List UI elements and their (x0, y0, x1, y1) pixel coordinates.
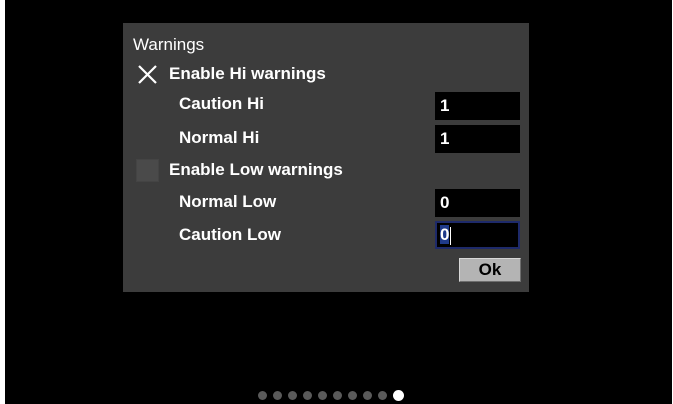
page-dot[interactable] (348, 391, 357, 400)
x-check-icon (138, 65, 157, 84)
caution-low-label: Caution Low (179, 225, 281, 244)
page-dot[interactable] (258, 391, 267, 400)
caution-low-value: 0 (440, 225, 450, 244)
page-indicator (258, 390, 404, 401)
enable-low-warnings-checkbox[interactable] (136, 159, 159, 182)
page-dot[interactable] (303, 391, 312, 400)
warnings-dialog: Warnings Enable Hi warnings Caution Hi 1… (123, 23, 529, 292)
page-dot[interactable] (273, 391, 282, 400)
enable-low-warnings-label[interactable]: Enable Low warnings (169, 160, 343, 180)
page-dot[interactable] (378, 391, 387, 400)
normal-low-label: Normal Low (179, 192, 277, 211)
page-dot[interactable] (363, 391, 372, 400)
text-caret (450, 226, 452, 245)
ok-button[interactable]: Ok (459, 258, 521, 282)
normal-low-input[interactable]: 0 (435, 189, 520, 217)
normal-hi-input[interactable]: 1 (435, 125, 520, 153)
page-dot[interactable] (288, 391, 297, 400)
caution-hi-label: Caution Hi (179, 94, 264, 113)
normal-hi-label: Normal Hi (179, 128, 260, 147)
dialog-title: Warnings (133, 35, 205, 54)
page-dot[interactable] (318, 391, 327, 400)
screen: Warnings Enable Hi warnings Caution Hi 1… (5, 0, 672, 404)
enable-hi-warnings-checkbox[interactable] (136, 63, 159, 86)
page-dot-active[interactable] (393, 390, 404, 401)
caution-low-input[interactable]: 0 (435, 221, 520, 249)
enable-hi-warnings-label[interactable]: Enable Hi warnings (169, 64, 326, 84)
caution-hi-input[interactable]: 1 (435, 92, 520, 120)
page-dot[interactable] (333, 391, 342, 400)
